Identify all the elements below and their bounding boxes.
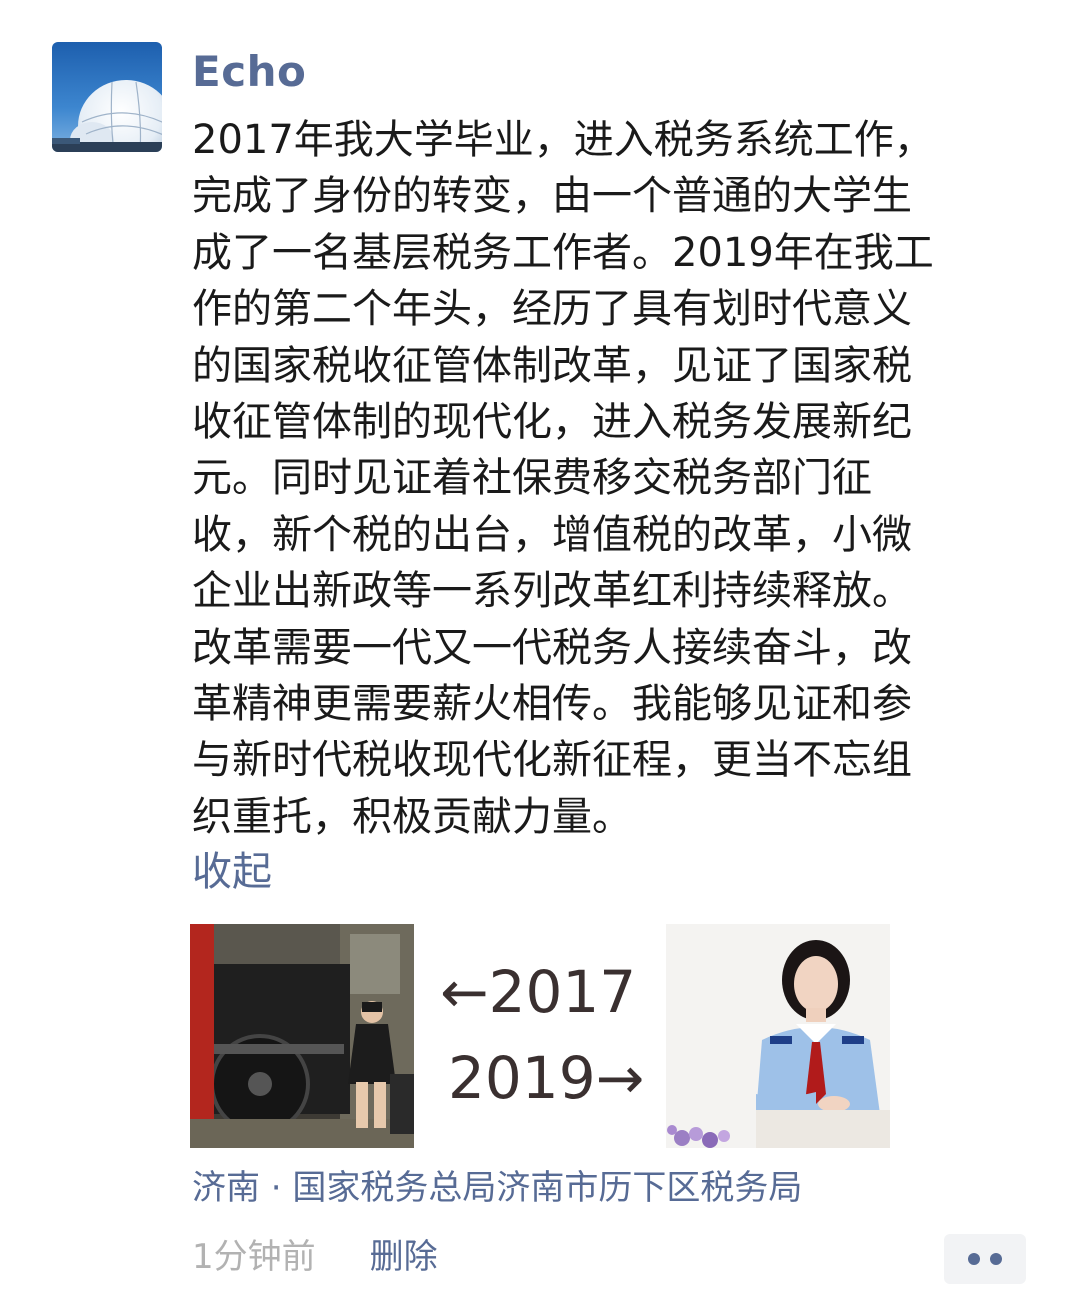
post-text-line: 的国家税收征管体制改革，见证了国家税	[192, 342, 912, 389]
graduation-photo-icon	[190, 924, 414, 1148]
location-link[interactable]: 济南 · 国家税务总局济南市历下区税务局	[192, 1163, 802, 1213]
post-text-line: 企业出新政等一系列改革红利持续释放。	[192, 568, 912, 615]
year-2019-label: 2019→	[448, 1044, 645, 1112]
post-meta-row: 1分钟前 删除	[192, 1230, 438, 1284]
collapse-link[interactable]: 收起	[192, 844, 272, 900]
timestamp: 1分钟前	[192, 1237, 316, 1277]
delete-button[interactable]: 删除	[370, 1232, 438, 1282]
more-actions-button[interactable]	[944, 1234, 1026, 1284]
photo-year-caption[interactable]: ←2017 2019→	[428, 924, 652, 1148]
more-dots-icon	[990, 1253, 1002, 1265]
tax-uniform-photo-icon	[666, 924, 890, 1148]
post-text-line: 收征管体制的现代化，进入税务发展新纪	[192, 399, 912, 446]
post-text: 2017年我大学毕业，进入税务系统工作， 完成了身份的转变，由一个普通的大学生 …	[192, 112, 1022, 845]
post-text-line: 成了一名基层税务工作者。2019年在我工	[192, 229, 934, 276]
post-text-line: 与新时代税收现代化新征程，更当不忘组	[192, 737, 912, 784]
post-text-line: 收，新个税的出台，增值税的改革，小微	[192, 511, 912, 558]
username[interactable]: Echo	[192, 44, 306, 100]
post-text-line: 完成了身份的转变，由一个普通的大学生	[192, 173, 912, 220]
post-text-line: 革精神更需要薪火相传。我能够见证和参	[192, 681, 912, 728]
post-text-line: 2017年我大学毕业，进入税务系统工作，	[192, 117, 934, 163]
post-text-line: 织重托，积极贡献力量。	[192, 793, 632, 840]
post-text-line: 改革需要一代又一代税务人接续奋斗，改	[192, 624, 912, 671]
more-dots-icon	[968, 1253, 980, 1265]
avatar[interactable]	[52, 42, 162, 152]
post-text-line: 元。同时见证着社保费移交税务部门征	[192, 455, 872, 502]
photo-tax-uniform[interactable]	[666, 924, 890, 1148]
photo-graduation[interactable]	[190, 924, 414, 1148]
dome-photo-icon	[52, 42, 162, 152]
year-2017-label: ←2017	[440, 958, 637, 1026]
post-text-line: 作的第二个年头，经历了具有划时代意义	[192, 286, 912, 333]
